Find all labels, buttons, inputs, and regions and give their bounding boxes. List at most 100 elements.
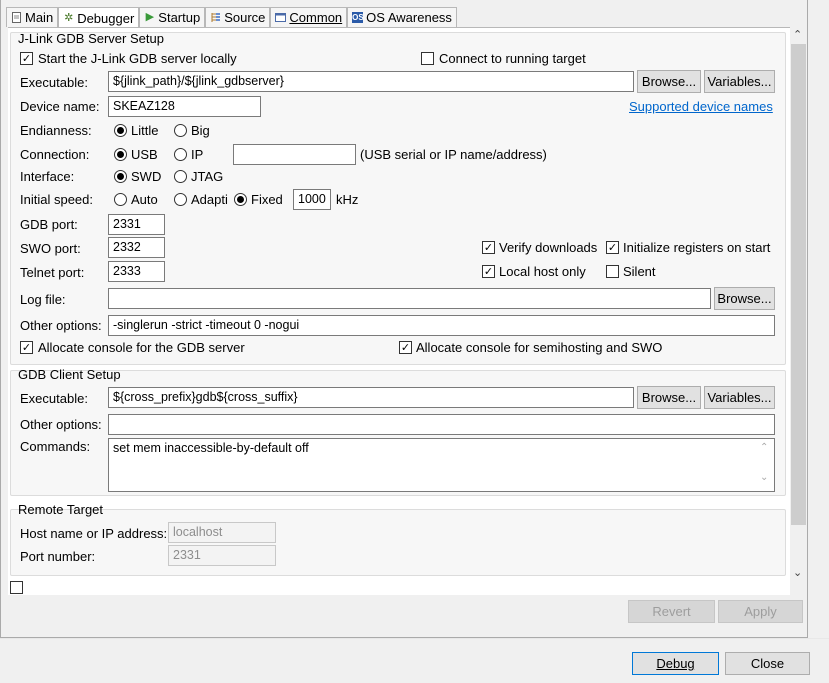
local-host-label: Local host only — [499, 264, 586, 279]
scroll-up-icon[interactable]: ⌃ — [793, 28, 802, 41]
connect-running-checkbox[interactable] — [421, 52, 434, 65]
connection-label: Connection: — [20, 147, 90, 162]
host-input[interactable]: localhost — [168, 522, 276, 543]
auto-speed-label: Auto — [131, 192, 158, 207]
server-executable-input[interactable]: ${jlink_path}/${jlink_gdbserver} — [108, 71, 634, 92]
client-browse-button[interactable]: Browse... — [637, 386, 701, 409]
swo-port-label: SWO port: — [20, 241, 81, 256]
interface-label: Interface: — [20, 169, 75, 184]
commands-textarea[interactable]: set mem inaccessible-by-default off — [108, 438, 775, 492]
commands-text: set mem inaccessible-by-default off — [113, 441, 309, 455]
start-locally-checkbox[interactable]: ✓ — [20, 52, 33, 65]
silent-checkbox[interactable] — [606, 265, 619, 278]
client-other-options-input[interactable] — [108, 414, 775, 435]
speed-unit: kHz — [336, 192, 359, 207]
tab-bar: Main ✲ Debugger ▶ Startup Source Common … — [6, 7, 457, 28]
alloc-console-checkbox[interactable]: ✓ — [20, 341, 33, 354]
commands-scroll-up-icon[interactable]: ⌃ — [760, 442, 768, 453]
tab-label: Debugger — [77, 10, 135, 26]
jtag-label: JTAG — [191, 169, 224, 184]
bug-icon: ✲ — [64, 11, 74, 24]
alloc-semihosting-checkbox[interactable]: ✓ — [399, 341, 412, 354]
tab-startup[interactable]: ▶ Startup — [139, 7, 206, 27]
gdb-client-group-title: GDB Client Setup — [18, 367, 121, 382]
tab-label: OS Awareness — [366, 10, 452, 25]
server-executable-label: Executable: — [20, 75, 88, 90]
server-variables-button[interactable]: Variables... — [704, 70, 775, 93]
client-executable-input[interactable]: ${cross_prefix}gdb${cross_suffix} — [108, 387, 634, 408]
jtag-radio[interactable] — [174, 170, 187, 183]
little-label: Little — [131, 123, 159, 138]
play-icon: ▶ — [145, 11, 155, 23]
apply-button[interactable]: Apply — [718, 600, 803, 623]
server-other-options-input[interactable]: -singlerun -strict -timeout 0 -nogui — [108, 315, 775, 336]
verify-downloads-checkbox[interactable]: ✓ — [482, 241, 495, 254]
speed-input[interactable]: 1000 — [293, 189, 331, 210]
tab-label: Common — [289, 10, 343, 25]
log-file-label: Log file: — [20, 292, 66, 307]
revert-label: Revert — [652, 604, 691, 619]
usb-radio[interactable] — [114, 148, 127, 161]
commands-scroll-down-icon[interactable]: ⌄ — [760, 472, 768, 483]
host-label: Host name or IP address: — [20, 526, 168, 541]
tab-source[interactable]: Source — [205, 7, 271, 27]
scrollbar-thumb[interactable] — [791, 44, 806, 525]
log-browse-button[interactable]: Browse... — [714, 287, 775, 310]
client-executable-label: Executable: — [20, 391, 88, 406]
gdb-port-label: GDB port: — [20, 217, 78, 232]
gdb-port-input[interactable]: 2331 — [108, 214, 165, 235]
log-file-input[interactable] — [108, 288, 711, 309]
telnet-port-label: Telnet port: — [20, 265, 85, 280]
source-icon — [210, 12, 221, 23]
partially-hidden-checkbox[interactable] — [10, 581, 23, 594]
tab-label: Source — [224, 10, 266, 25]
adaptive-speed-radio[interactable] — [174, 193, 187, 206]
adaptive-speed-label: Adapti — [191, 192, 228, 207]
document-icon — [11, 12, 22, 23]
verify-downloads-label: Verify downloads — [499, 240, 598, 255]
remote-port-input[interactable]: 2331 — [168, 545, 276, 566]
init-registers-checkbox[interactable]: ✓ — [606, 241, 619, 254]
device-name-label: Device name: — [20, 99, 100, 114]
supported-devices-link[interactable]: Supported device names — [629, 99, 773, 114]
swd-label: SWD — [131, 169, 162, 184]
swo-port-input[interactable]: 2332 — [108, 237, 165, 258]
telnet-port-input[interactable]: 2333 — [108, 261, 165, 282]
tab-debugger[interactable]: ✲ Debugger — [58, 7, 140, 28]
client-variables-button[interactable]: Variables... — [704, 386, 775, 409]
fixed-speed-radio[interactable] — [234, 193, 247, 206]
server-other-options-label: Other options: — [20, 318, 102, 333]
local-host-checkbox[interactable]: ✓ — [482, 265, 495, 278]
connection-address-input[interactable] — [233, 144, 356, 165]
dialog-separator — [0, 638, 829, 639]
remote-port-label: Port number: — [20, 549, 96, 564]
device-name-input[interactable]: SKEAZ128 — [108, 96, 261, 117]
connection-hint: (USB serial or IP name/address) — [360, 147, 547, 162]
fixed-speed-label: Fixed — [251, 192, 283, 207]
tab-main[interactable]: Main — [6, 7, 59, 27]
alloc-semihosting-label: Allocate console for semihosting and SWO — [416, 340, 663, 355]
init-registers-label: Initialize registers on start — [623, 240, 771, 255]
tab-os-awareness[interactable]: OS OS Awareness — [347, 7, 457, 27]
big-radio[interactable] — [174, 124, 187, 137]
gdb-server-group-title: J-Link GDB Server Setup — [18, 31, 164, 46]
tab-label: Main — [25, 10, 54, 25]
initial-speed-label: Initial speed: — [20, 192, 93, 207]
tab-common[interactable]: Common — [270, 7, 348, 27]
close-label: Close — [750, 656, 785, 671]
debug-button[interactable]: Debug — [632, 652, 719, 675]
ip-label: IP — [191, 147, 204, 162]
connect-running-label: Connect to running target — [439, 51, 586, 66]
little-radio[interactable] — [114, 124, 127, 137]
server-browse-button[interactable]: Browse... — [637, 70, 701, 93]
auto-speed-radio[interactable] — [114, 193, 127, 206]
big-label: Big — [191, 123, 210, 138]
common-icon — [275, 12, 287, 23]
scroll-down-icon[interactable]: ⌄ — [793, 566, 802, 579]
ip-radio[interactable] — [174, 148, 187, 161]
tab-label: Startup — [158, 10, 201, 25]
revert-button[interactable]: Revert — [628, 600, 715, 623]
close-button[interactable]: Close — [725, 652, 810, 675]
alloc-console-label: Allocate console for the GDB server — [38, 340, 245, 355]
swd-radio[interactable] — [114, 170, 127, 183]
